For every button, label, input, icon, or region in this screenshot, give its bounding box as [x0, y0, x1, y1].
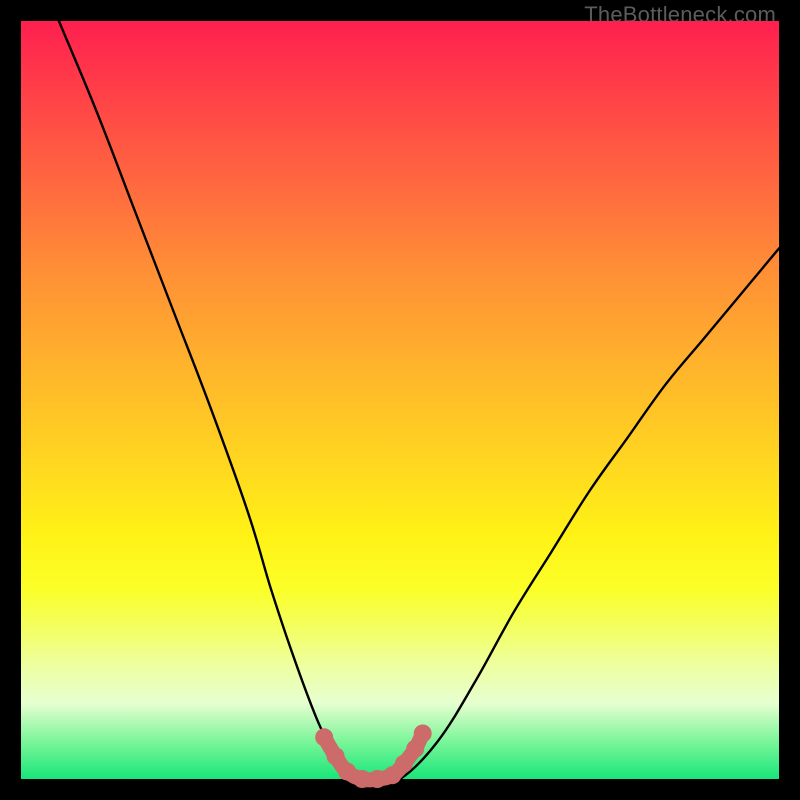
- bottleneck-curve: [59, 21, 779, 782]
- chart-frame: TheBottleneck.com: [0, 0, 800, 800]
- marker-dot: [327, 747, 345, 765]
- curve-svg: [21, 21, 779, 779]
- marker-dot: [315, 728, 333, 746]
- highlight-markers: [315, 725, 432, 789]
- marker-dot: [414, 725, 432, 743]
- marker-dot: [368, 770, 386, 788]
- plot-area: [21, 21, 779, 779]
- marker-dot: [395, 755, 413, 773]
